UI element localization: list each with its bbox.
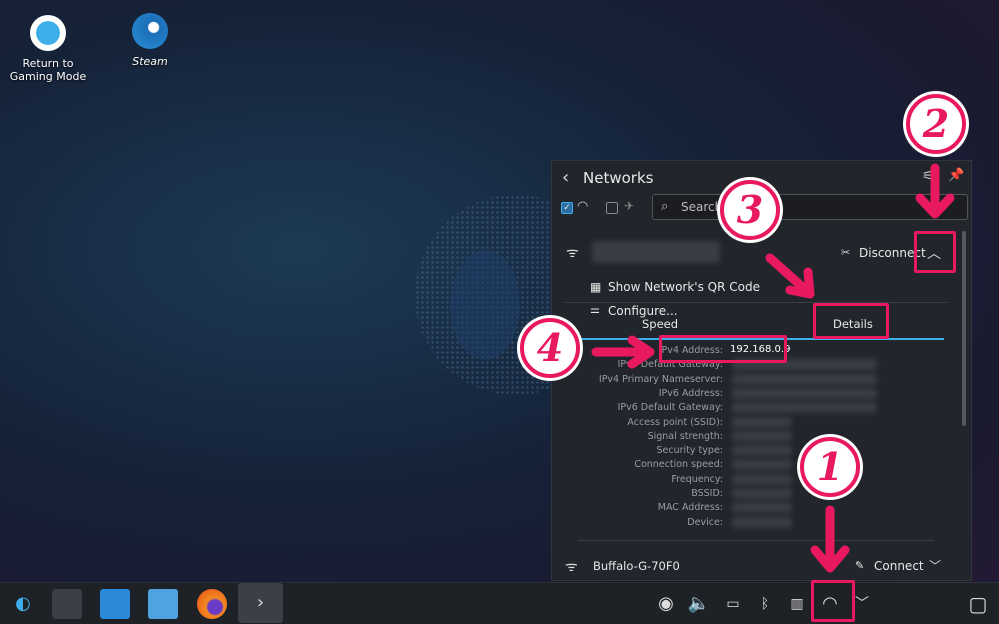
annotation-number-1: 1 [800,437,860,497]
annotation-number-2: 2 [906,94,966,154]
arrow-3 [765,253,815,299]
arrow-2 [915,163,955,219]
annotation-number-3: 3 [720,180,780,240]
annotation-number-4: 4 [520,318,580,378]
annotation-arrows [591,163,955,573]
arrow-4 [591,335,655,369]
arrow-1 [810,505,850,573]
